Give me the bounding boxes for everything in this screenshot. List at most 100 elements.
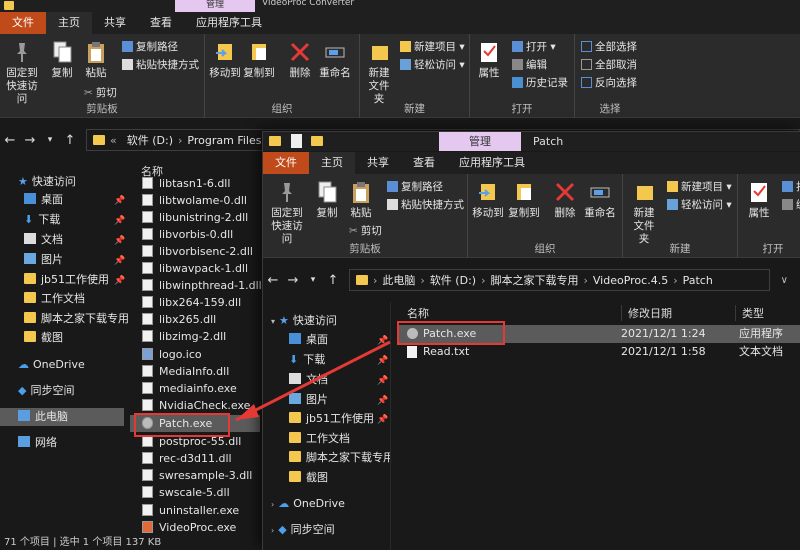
file-row[interactable]: libx265.dll — [142, 311, 216, 328]
file-row[interactable]: libwinpthread-1.dll — [142, 277, 262, 294]
back-rename-button[interactable]: 重命名 — [317, 40, 353, 80]
expand-chevron-icon[interactable]: ▾ — [271, 317, 275, 326]
file-row[interactable]: libunistring-2.dll — [142, 209, 248, 226]
nav-sync-space[interactable]: › ◆ 同步空间 — [271, 521, 335, 539]
back-context-tab-manage[interactable]: 管理 — [175, 0, 255, 12]
crumb-this-pc[interactable]: 此电脑 — [382, 272, 415, 288]
file-row[interactable]: MediaInfo.dll — [142, 363, 229, 380]
back-paste-shortcut-button[interactable]: 粘贴快捷方式 — [122, 58, 199, 72]
file-row[interactable]: libwavpack-1.dll — [142, 260, 248, 277]
pin-icon[interactable]: 📌 — [377, 396, 388, 406]
nav-screenshots[interactable]: 截图 — [24, 329, 63, 347]
back-edit-button[interactable]: 编辑 — [512, 58, 547, 72]
front-cut-button[interactable]: ✂ 剪切 — [349, 224, 382, 238]
column-header-type[interactable]: 类型 — [735, 305, 764, 321]
back-cut-button[interactable]: ✂ 剪切 — [84, 86, 117, 100]
back-copy-to-button[interactable]: 复制到 — [243, 40, 275, 80]
back-invert-selection-button[interactable]: 反向选择 — [581, 76, 637, 90]
file-row[interactable]: libvorbis-0.dll — [142, 226, 233, 243]
nav-screenshots[interactable]: 截图 — [289, 469, 328, 487]
back-copy-button[interactable]: 复制 — [48, 40, 76, 80]
file-row[interactable]: libvorbisenc-2.dll — [142, 243, 253, 260]
file-row[interactable]: VideoProc.exe — [142, 519, 236, 536]
nav-downloads[interactable]: ⬇ 下载 — [289, 351, 325, 369]
nav-documents[interactable]: 文档 — [24, 231, 63, 249]
pin-icon[interactable]: 📌 — [114, 256, 125, 266]
back-pin-button[interactable]: 固定到快速访问 — [2, 40, 42, 106]
file-row[interactable]: Read.txt 2021/12/1 1:58 文本文档 — [399, 343, 800, 361]
front-copy-to-button[interactable]: 复制到 — [508, 180, 540, 220]
pin-icon[interactable]: 📌 — [377, 356, 388, 366]
back-properties-button[interactable]: 属性 — [474, 40, 504, 80]
front-tab-app-tools[interactable]: 应用程序工具 — [447, 152, 537, 174]
front-tab-home[interactable]: 主页 — [309, 152, 355, 174]
nav-jb51-download[interactable]: 脚本之家下载专用 — [289, 449, 390, 467]
back-move-to-button[interactable]: 移动到 — [209, 40, 241, 80]
back-tab-share[interactable]: 共享 — [92, 12, 138, 34]
back-select-none-button[interactable]: 全部取消 — [581, 58, 637, 72]
nav-quick-access[interactable]: ★ 快速访问 — [18, 173, 76, 191]
nav-pictures[interactable]: 图片 — [24, 251, 63, 269]
pin-icon[interactable]: 📌 — [114, 276, 125, 286]
front-copy-path-button[interactable]: 复制路径 — [387, 180, 443, 194]
properties-quick-icon[interactable] — [291, 134, 302, 148]
front-easy-access-button[interactable]: 轻松访问 ▾ — [667, 198, 732, 212]
back-tab-home[interactable]: 主页 — [46, 12, 92, 34]
front-paste-button[interactable]: 粘贴 — [347, 180, 375, 220]
back-select-all-button[interactable]: 全部选择 — [581, 40, 637, 54]
nav-network[interactable]: 网络 — [18, 434, 57, 452]
nav-this-pc[interactable]: 此电脑 — [0, 408, 124, 426]
back-arrow-icon[interactable]: ← — [0, 133, 20, 148]
front-tab-file[interactable]: 文件 — [263, 152, 309, 174]
expand-chevron-icon[interactable]: › — [271, 500, 274, 509]
back-delete-button[interactable]: 删除 — [287, 40, 313, 80]
recent-dropdown-icon[interactable]: ▾ — [303, 275, 323, 285]
file-row[interactable]: swresample-3.dll — [142, 467, 252, 484]
back-easy-access-button[interactable]: 轻松访问 ▾ — [400, 58, 465, 72]
recent-dropdown-icon[interactable]: ▾ — [40, 135, 60, 145]
file-row[interactable]: libzimg-2.dll — [142, 328, 226, 345]
crumb-drive-d[interactable]: 软件 (D:) — [127, 132, 173, 148]
back-tab-app-tools[interactable]: 应用程序工具 — [184, 12, 274, 34]
expand-chevron-icon[interactable]: › — [271, 526, 274, 535]
nav-jb51[interactable]: jb51工作使用 — [24, 271, 109, 289]
back-arrow-icon[interactable]: ← — [263, 273, 283, 288]
file-row[interactable]: logo.ico — [142, 346, 202, 363]
up-arrow-icon[interactable]: ↑ — [60, 133, 80, 148]
back-copy-path-button[interactable]: 复制路径 — [122, 40, 178, 54]
nav-downloads[interactable]: ⬇ 下载 — [24, 211, 60, 229]
pin-icon[interactable]: 📌 — [114, 196, 125, 206]
file-row[interactable]: libtasn1-6.dll — [142, 175, 230, 192]
crumb-drive-d[interactable]: 软件 (D:) — [430, 272, 476, 288]
front-move-to-button[interactable]: 移动到 — [472, 180, 504, 220]
nav-work-docs[interactable]: 工作文档 — [24, 290, 85, 308]
address-dropdown-icon[interactable]: ∨ — [781, 275, 788, 286]
nav-desktop[interactable]: 桌面 — [24, 191, 63, 209]
front-properties-button[interactable]: 属性 — [744, 180, 774, 220]
back-new-item-button[interactable]: 新建项目 ▾ — [400, 40, 465, 54]
front-delete-button[interactable]: 删除 — [552, 180, 578, 220]
column-header-name[interactable]: 名称 — [407, 305, 429, 321]
front-tab-view[interactable]: 查看 — [401, 152, 447, 174]
back-open-button[interactable]: 打开 ▾ — [512, 40, 556, 54]
nav-quick-access[interactable]: ▾ ★ 快速访问 — [271, 312, 337, 330]
front-open-button[interactable]: 打开 — [782, 180, 800, 194]
back-tab-view[interactable]: 查看 — [138, 12, 184, 34]
pin-icon[interactable]: 📌 — [114, 236, 125, 246]
nav-documents[interactable]: 文档 — [289, 371, 328, 389]
front-copy-button[interactable]: 复制 — [313, 180, 341, 220]
forward-arrow-icon[interactable]: → — [283, 273, 303, 288]
pin-icon[interactable]: 📌 — [377, 376, 388, 386]
back-new-folder-button[interactable]: 新建文件夹 — [364, 40, 396, 106]
front-edit-button[interactable]: 编辑 — [782, 198, 800, 212]
nav-jb51[interactable]: jb51工作使用 — [289, 410, 374, 428]
column-header-date[interactable]: 修改日期 — [621, 305, 672, 321]
nav-jb51-download[interactable]: 脚本之家下载专用 — [24, 310, 128, 328]
nav-work-docs[interactable]: 工作文档 — [289, 430, 350, 448]
back-history-button[interactable]: 历史记录 — [512, 76, 568, 90]
front-breadcrumb[interactable]: › 此电脑 › 软件 (D:) › 脚本之家下载专用 › VideoProc.4… — [349, 269, 770, 291]
crumb-videoproc[interactable]: VideoProc.4.5 — [593, 274, 668, 287]
pin-icon[interactable]: 📌 — [114, 216, 125, 226]
file-row[interactable]: mediainfo.exe — [142, 380, 237, 397]
nav-sync-space[interactable]: ◆ 同步空间 — [18, 382, 74, 400]
